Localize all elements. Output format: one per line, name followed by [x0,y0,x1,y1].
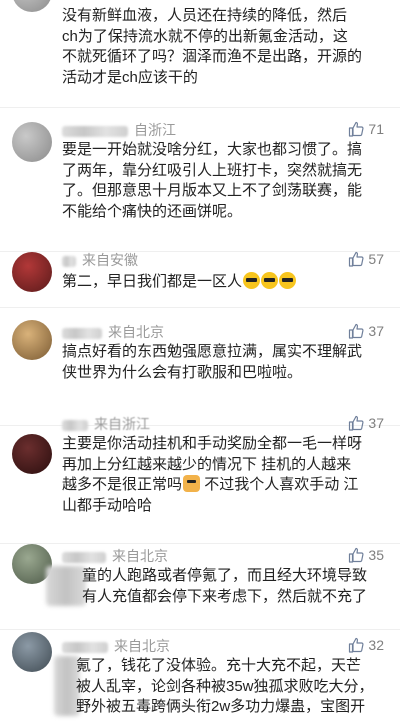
thumbs-up-icon [349,121,364,137]
comment-text: 没有新鲜血液，人员还在持续的降低，然后 ch为了保持流水就不停的出新氪金活动，这… [62,7,363,86]
comment-meta: 来自浙江 [62,414,150,432]
comment-meta: 来自北京 [62,322,164,340]
comment-4: 来自北京 37 搞点好看的东西勉强愿意拉满，属实不理解武 侠世界为什么会有打歌服… [0,308,400,426]
comment-text: 主要是你活动挂机和手动奖励全都一毛一样呀 再加上分红越来越少的情况下 挂机的人越… [62,435,363,514]
like-button[interactable]: 32 [348,635,384,655]
thumbs-up-icon [349,415,364,431]
avatar[interactable] [12,122,52,162]
like-button[interactable]: 35 [348,545,384,565]
like-count: 37 [368,415,384,431]
username-blurred[interactable] [62,551,106,563]
comment-text: 要是一开始就没啥分红，大家也都习惯了。搞 了两年，靠分红吸引人上班打卡，突然就搞… [62,141,363,220]
avatar[interactable] [12,0,52,12]
avatar[interactable] [12,632,52,672]
thumbs-up-icon [349,637,364,653]
comment-text: 第二，早日我们都是一区人 [62,272,392,293]
username-blurred[interactable] [62,327,102,339]
like-count: 57 [368,251,384,267]
username-blurred[interactable] [62,419,88,431]
comment-feed: 没有新鲜血液，人员还在持续的降低，然后 ch为了保持流水就不停的出新氪金活动，这… [0,0,400,725]
avatar[interactable] [12,252,52,292]
comment-meta: 来自北京 [62,636,170,654]
sunglasses-emoji-icon [279,272,297,289]
region-label: 自浙江 [134,122,176,138]
like-button[interactable]: 71 [348,119,384,139]
comment-meta: 自浙江 [62,120,176,138]
thumbs-up-icon [349,323,364,339]
username-blurred[interactable] [62,641,108,653]
thumbs-up-icon [349,251,364,267]
sunglasses-emoji-icon [243,272,261,289]
like-count: 37 [368,323,384,339]
region-label: 来自安徽 [82,252,138,268]
like-button[interactable]: 37 [348,413,384,433]
like-count: 71 [368,121,384,137]
comment-2: 自浙江 71 要是一开始就没啥分红，大家也都习惯了。搞 了两年，靠分红吸引人上班… [0,108,400,252]
region-label: 来自北京 [108,324,164,340]
avatar[interactable] [12,320,52,360]
comment-6: 来自北京 35 童的人跑路或者停氪了，而且经大环境导致 有人充值都会停下来考虑下… [0,544,400,630]
username-blurred[interactable] [62,255,76,267]
sunglasses-emoji-icon [261,272,279,289]
comment-1: 没有新鲜血液，人员还在持续的降低，然后 ch为了保持流水就不停的出新氪金活动，这… [0,0,400,108]
comment-text: 童的人跑路或者停氪了，而且经大环境导致 有人充值都会停下来考虑下，然后就不充了 [82,567,368,605]
cat-emoji-icon [183,475,201,492]
comment-3: 来自安徽 57 第二，早日我们都是一区人 [0,249,400,308]
region-label: 来自北京 [112,548,168,564]
region-label: 来自浙江 [94,416,150,432]
thumbs-up-icon [349,547,364,563]
like-button[interactable]: 37 [348,321,384,341]
region-label: 来自北京 [114,638,170,654]
comment-5: 来自浙江 37 主要是你活动挂机和手动奖励全都一毛一样呀 再加上分红越来越少的情… [0,415,400,544]
comment-meta: 来自北京 [62,546,168,564]
like-count: 35 [368,547,384,563]
avatar[interactable] [12,434,52,474]
comment-7: 来自北京 32 氪了，钱花了没体验。充十大充不起，天芒 被人乱宰，论剑各种被35… [0,630,400,725]
comment-text: 搞点好看的东西勉强愿意拉满，属实不理解武 侠世界为什么会有打歌服和巴啦啦。 [62,343,363,381]
redaction-smudge [46,566,86,606]
comment-meta: 来自安徽 [62,250,138,268]
like-count: 32 [368,637,384,653]
like-button[interactable]: 57 [348,249,384,269]
username-blurred[interactable] [62,125,128,137]
comment-text: 氪了，钱花了没体验。充十大充不起，天芒 被人乱宰，论剑各种被35w独孤求败吃大分… [76,657,374,715]
